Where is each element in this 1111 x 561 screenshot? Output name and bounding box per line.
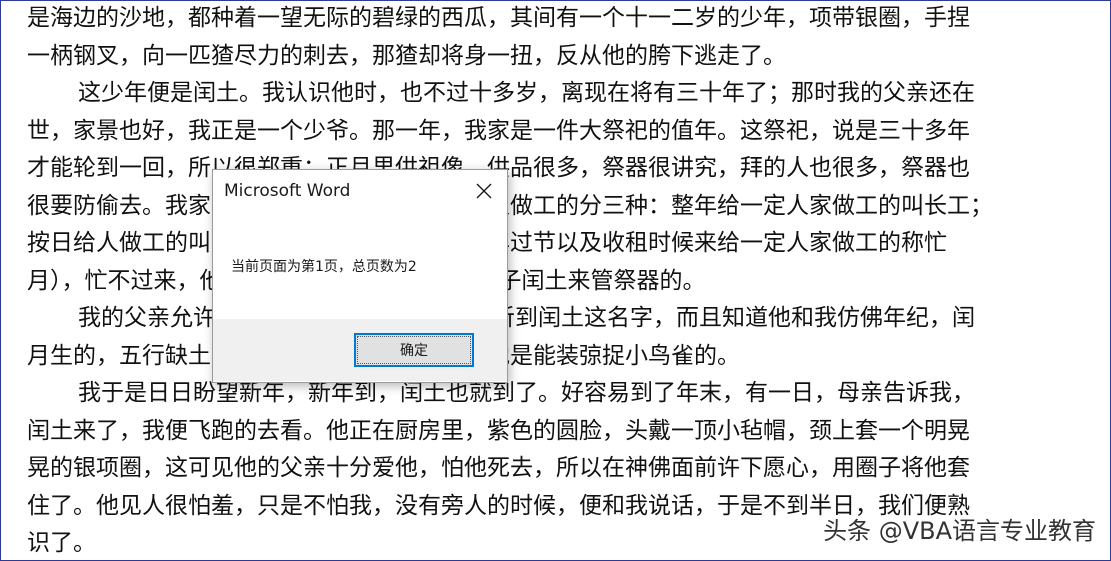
document-line: 是海边的沙地，都种着一望无际的碧绿的西瓜，其间有一个十一二岁的少年，项带银圈，手…: [27, 5, 970, 31]
document-line: 我于是日日盼望新年，新年到，闰土也就到了。好容易到了年末，有一日，母亲告诉我，: [78, 380, 975, 406]
dialog-footer: 确定: [213, 319, 507, 381]
dialog-titlebar[interactable]: Microsoft Word: [213, 170, 507, 212]
message-box-dialog: Microsoft Word 当前页面为第1页，总页数为2 确定: [212, 169, 508, 383]
document-line: 世，家景也好，我正是一个少爷。那一年，我家是一件大祭祀的值年。这祭祀，说是三十多…: [27, 117, 970, 144]
ok-button-label: 确定: [400, 343, 428, 359]
document-line: 晃的银项圈，这可见他的父亲十分爱他，怕他死去，所以在神佛面前许下愿心，用圈子将他…: [27, 455, 970, 481]
dialog-close-button[interactable]: [461, 170, 507, 212]
document-body: 是海边的沙地，都种着一望无际的碧绿的西瓜，其间有一个十一二岁的少年，项带银圈，手…: [27, 1, 1057, 560]
watermark: 头条 @VBA语言专业教育: [823, 517, 1096, 545]
document-line: 我的父亲允许了；我也很高兴，因为我早听到闰土这名字，而且知道他和我仿佛年纪，闰: [78, 305, 975, 331]
dialog-body: 当前页面为第1页，总页数为2: [213, 212, 507, 319]
document-line: 按日给人做工的叫短工；自己也种地，只在过年过节以及收租时候来给一定人家做工的称忙: [27, 225, 1057, 263]
document-line: 月），忙不过来，他便对父亲说，可以叫他的儿子闰土来管祭器的。: [27, 263, 1057, 301]
dialog-message: 当前页面为第1页，总页数为2: [231, 259, 417, 275]
document-line: 才能轮到一回，所以很郑重；正月里供祖像，供品很多，祭器很讲究，拜的人也很多，祭器…: [27, 155, 970, 181]
document-page: 是海边的沙地，都种着一望无际的碧绿的西瓜，其间有一个十一二岁的少年，项带银圈，手…: [0, 0, 1111, 561]
document-line: 一柄钢叉，向一匹猹尽力的刺去，那猹却将身一扭，反从他的胯下逃走了。: [27, 42, 786, 69]
dialog-title: Microsoft Word: [224, 181, 351, 201]
document-line: 月生的，五行缺土，所以他的父亲叫他闰土。他是能装弶捉小鸟雀的。: [27, 338, 1057, 376]
document-line: 这少年便是闰土。我认识他时，也不过十多岁，离现在将有三十年了；那时我的父亲还在: [78, 80, 975, 106]
ok-button[interactable]: 确定: [354, 333, 474, 367]
document-line: 很要防偷去。我家只有一个忙月（我们这里给人做工的分三种：整年给一定人家做工的叫长…: [27, 192, 993, 219]
close-icon: [476, 183, 492, 199]
document-line: 闰土来了，我便飞跑的去看。他正在厨房里，紫色的圆脸，头戴一顶小毡帽，颈上套一个明…: [27, 417, 970, 444]
